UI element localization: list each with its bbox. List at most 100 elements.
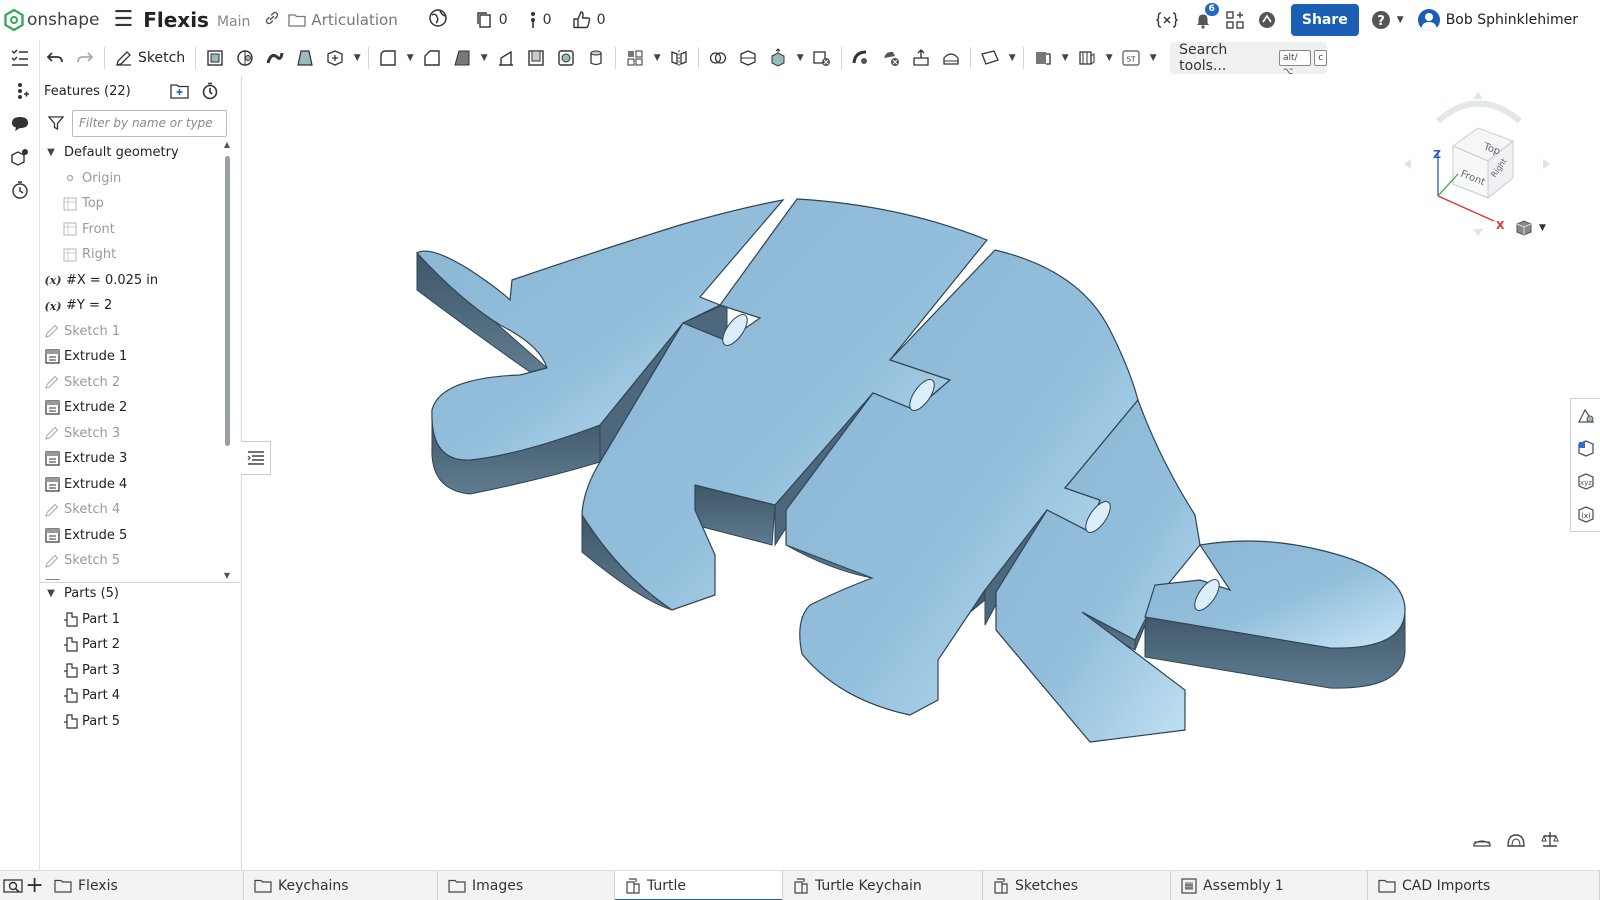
- filter-icon[interactable]: [48, 115, 64, 131]
- link-icon[interactable]: [264, 10, 280, 30]
- configurations-icon[interactable]: [0, 140, 40, 173]
- thicken-icon[interactable]: [320, 43, 350, 73]
- chevron-down-icon[interactable]: ▼: [350, 43, 364, 73]
- workspace-breadcrumb[interactable]: Articulation: [288, 11, 398, 29]
- scroll-down-icon[interactable]: ▼: [223, 571, 231, 580]
- rollback-timer-icon[interactable]: [201, 82, 219, 104]
- revolve-icon[interactable]: [230, 43, 260, 73]
- tab-keychains[interactable]: Keychains: [244, 870, 438, 900]
- scroll-up-icon[interactable]: ▲: [223, 140, 231, 149]
- sketch-button[interactable]: Sketch: [109, 43, 191, 73]
- chevron-down-icon[interactable]: ▼: [1146, 43, 1160, 73]
- likes-count[interactable]: 0: [572, 10, 605, 30]
- user-menu[interactable]: Bob Sphinklehimer: [1417, 9, 1578, 31]
- extrude-icon[interactable]: [200, 43, 230, 73]
- branch-name[interactable]: Main: [217, 14, 250, 30]
- feature-tree-scrollbar[interactable]: ▲ ▼: [223, 140, 231, 580]
- menu-icon[interactable]: ☰: [113, 9, 133, 31]
- feature-row-extrude[interactable]: Extrude 2: [40, 395, 230, 421]
- default-geometry-group[interactable]: ▼ Default geometry: [40, 140, 230, 166]
- chevron-down-icon[interactable]: ▼: [477, 43, 491, 73]
- feature-list-icon[interactable]: [0, 41, 40, 74]
- insert-icon[interactable]: [0, 74, 40, 107]
- feature-row-variable[interactable]: (x) #Y = 2: [40, 293, 230, 319]
- sweep-icon[interactable]: [260, 43, 290, 73]
- draft-icon[interactable]: [447, 43, 477, 73]
- mirror-icon[interactable]: [664, 43, 694, 73]
- branches-count[interactable]: 0: [528, 11, 552, 29]
- top-plane-node[interactable]: Top: [40, 191, 230, 217]
- fillet-icon[interactable]: [373, 43, 403, 73]
- pattern-icon[interactable]: [620, 43, 650, 73]
- scrollbar-thumb[interactable]: [225, 156, 230, 446]
- undo-icon[interactable]: [40, 43, 70, 73]
- surface-icon[interactable]: [1072, 43, 1102, 73]
- render-icon[interactable]: [1571, 432, 1600, 465]
- transform-icon[interactable]: [763, 43, 793, 73]
- share-button[interactable]: Share: [1290, 4, 1359, 36]
- feature-row-variable[interactable]: (x) #X = 0.025 in: [40, 268, 230, 294]
- tab-sketches[interactable]: Sketches: [983, 870, 1171, 900]
- feature-row-extrude[interactable]: Extrude 1: [40, 344, 230, 370]
- redo-icon[interactable]: [70, 43, 100, 73]
- replace-face-icon[interactable]: [936, 43, 966, 73]
- part-row[interactable]: Part 2: [40, 632, 230, 658]
- standard-content-icon[interactable]: ST: [1116, 43, 1146, 73]
- variables-icon[interactable]: [1155, 8, 1179, 32]
- app-store-icon[interactable]: [1223, 8, 1247, 32]
- loft-icon[interactable]: [290, 43, 320, 73]
- tab-turtle-keychain[interactable]: Turtle Keychain: [783, 870, 983, 900]
- mass-properties-icon[interactable]: xyz: [1571, 465, 1600, 498]
- front-plane-node[interactable]: Front: [40, 217, 230, 243]
- add-folder-icon[interactable]: [170, 82, 190, 104]
- view-options-menu[interactable]: ▼: [1515, 219, 1546, 237]
- tab-turtle[interactable]: Turtle: [615, 870, 783, 900]
- part-row[interactable]: Part 3: [40, 658, 230, 684]
- measure-variables-icon[interactable]: (x): [1571, 498, 1600, 531]
- cylinder-icon[interactable]: [581, 43, 611, 73]
- parts-group[interactable]: ▼ Parts (5): [40, 581, 230, 607]
- hole-icon[interactable]: [551, 43, 581, 73]
- origin-node[interactable]: Origin: [40, 166, 230, 192]
- right-plane-node[interactable]: Right: [40, 242, 230, 268]
- onshape-logo[interactable]: onshape: [4, 9, 99, 31]
- feature-row-sketch[interactable]: Sketch 1: [40, 319, 230, 345]
- appearance-icon[interactable]: [1571, 399, 1600, 432]
- feature-row-extrude[interactable]: Extrude 3: [40, 446, 230, 472]
- add-tab-button[interactable]: +: [25, 871, 44, 900]
- chamfer-icon[interactable]: [417, 43, 447, 73]
- rib-icon[interactable]: [491, 43, 521, 73]
- graphics-area[interactable]: Top Front Right Z X ▼ xyz (x): [243, 76, 1600, 870]
- part-row[interactable]: Part 4: [40, 683, 230, 709]
- turtle-model[interactable]: [243, 76, 1600, 870]
- feature-row-sketch[interactable]: Sketch 5: [40, 548, 230, 574]
- delete-face-icon[interactable]: [876, 43, 906, 73]
- render-mode-icon[interactable]: [1499, 825, 1533, 855]
- versions-count[interactable]: 0: [476, 11, 508, 29]
- search-tabs-icon[interactable]: [0, 871, 25, 900]
- history-icon[interactable]: [0, 173, 40, 206]
- tab-flexis[interactable]: Flexis: [44, 870, 244, 900]
- document-name[interactable]: Flexis: [143, 8, 209, 32]
- feature-row-extrude[interactable]: Extrude 5: [40, 523, 230, 549]
- feature-row-extrude[interactable]: Extrude 4: [40, 472, 230, 498]
- feature-row-sketch[interactable]: Sketch 2: [40, 370, 230, 396]
- feature-row-extrude[interactable]: Extrude 6: [40, 574, 230, 580]
- measure-icon[interactable]: [1533, 825, 1567, 855]
- plane-icon[interactable]: [975, 43, 1005, 73]
- part-row[interactable]: Part 1: [40, 607, 230, 633]
- chevron-down-icon[interactable]: ▼: [403, 43, 417, 73]
- section-view-icon[interactable]: [1465, 825, 1499, 855]
- chevron-down-icon[interactable]: ▼: [1102, 43, 1116, 73]
- search-tools-input[interactable]: Search tools... alt/⌥ c: [1170, 42, 1328, 77]
- chevron-down-icon[interactable]: ▼: [650, 43, 664, 73]
- learning-center-icon[interactable]: [1255, 8, 1279, 32]
- shell-icon[interactable]: [521, 43, 551, 73]
- globe-icon[interactable]: [428, 8, 448, 32]
- split-icon[interactable]: [733, 43, 763, 73]
- chevron-down-icon[interactable]: ▼: [793, 43, 807, 73]
- help-menu[interactable]: ? ▼: [1371, 10, 1404, 30]
- part-row[interactable]: Part 5: [40, 709, 230, 735]
- feature-row-sketch[interactable]: Sketch 4: [40, 497, 230, 523]
- delete-part-icon[interactable]: [807, 43, 837, 73]
